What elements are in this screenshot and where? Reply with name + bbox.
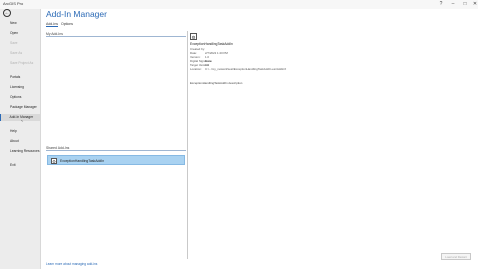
load-and-restart-button[interactable]: Load and Restart [441, 253, 471, 260]
detail-location: Location: C:\...\my_network\test\Exceptio… [190, 67, 287, 71]
sidebar-item-add-in-manager[interactable]: Add-In Manager [0, 114, 40, 121]
add-in-name: ExceptionHandlingTaskAddIn [60, 159, 105, 163]
back-arrow-icon[interactable]: ← [3, 9, 11, 17]
add-in-manager-page: Add-In Manager Add-Ins Options My Add-In… [41, 0, 478, 269]
details-add-in-name: ExceptionHandlingTaskAddIn [190, 42, 233, 46]
tab-options[interactable]: Options [61, 22, 73, 26]
mouse-cursor-icon: ↖ [21, 119, 24, 123]
minimize-icon[interactable]: – [448, 0, 458, 9]
divider [46, 150, 186, 151]
add-in-description: ExceptionHandlingTaskAddIn description [190, 81, 243, 85]
sidebar-item-portals[interactable]: Portals [0, 74, 40, 81]
shared-add-ins-panel: Shared Add-Ins ⚙ ExceptionHandlingTaskAd… [46, 146, 186, 166]
page-title: Add-In Manager [46, 9, 107, 19]
sidebar-item-new[interactable]: New [0, 20, 40, 27]
maximize-icon[interactable]: □ [460, 0, 470, 9]
help-icon[interactable]: ? [436, 0, 446, 9]
tab-add-ins[interactable]: Add-Ins [46, 22, 59, 27]
sidebar-item-help[interactable]: Help [0, 128, 40, 135]
app-title: ArcGIS Pro [3, 1, 24, 6]
title-bar: ArcGIS Pro ? – □ ✕ [0, 0, 478, 9]
addin-icon: ⚙ [190, 33, 197, 40]
divider [46, 36, 186, 37]
list-item[interactable]: ⚙ ExceptionHandlingTaskAddIn [47, 155, 185, 165]
close-icon[interactable]: ✕ [470, 0, 478, 9]
sidebar-item-learning-resources[interactable]: Learning Resources [0, 148, 40, 155]
sidebar-item-licensing[interactable]: Licensing [0, 84, 40, 91]
backstage-sidebar: ← New Open Save Save As Save Project As … [0, 0, 41, 269]
sidebar-item-package-manager[interactable]: Package Manager [0, 104, 40, 111]
sidebar-item-save[interactable]: Save [0, 40, 40, 47]
sidebar-item-exit[interactable]: Exit [0, 162, 40, 169]
my-add-ins-panel: My Add-Ins [46, 32, 186, 142]
sidebar-item-options[interactable]: Options [0, 94, 40, 101]
sidebar-item-save-project-as[interactable]: Save Project As [0, 60, 40, 67]
addin-icon: ⚙ [51, 157, 57, 164]
sidebar-item-about[interactable]: About [0, 138, 40, 145]
sidebar-item-open[interactable]: Open [0, 30, 40, 37]
divider [187, 31, 188, 259]
sidebar-item-save-as[interactable]: Save As [0, 50, 40, 57]
learn-more-link[interactable]: Learn more about managing add-ins [46, 262, 97, 266]
